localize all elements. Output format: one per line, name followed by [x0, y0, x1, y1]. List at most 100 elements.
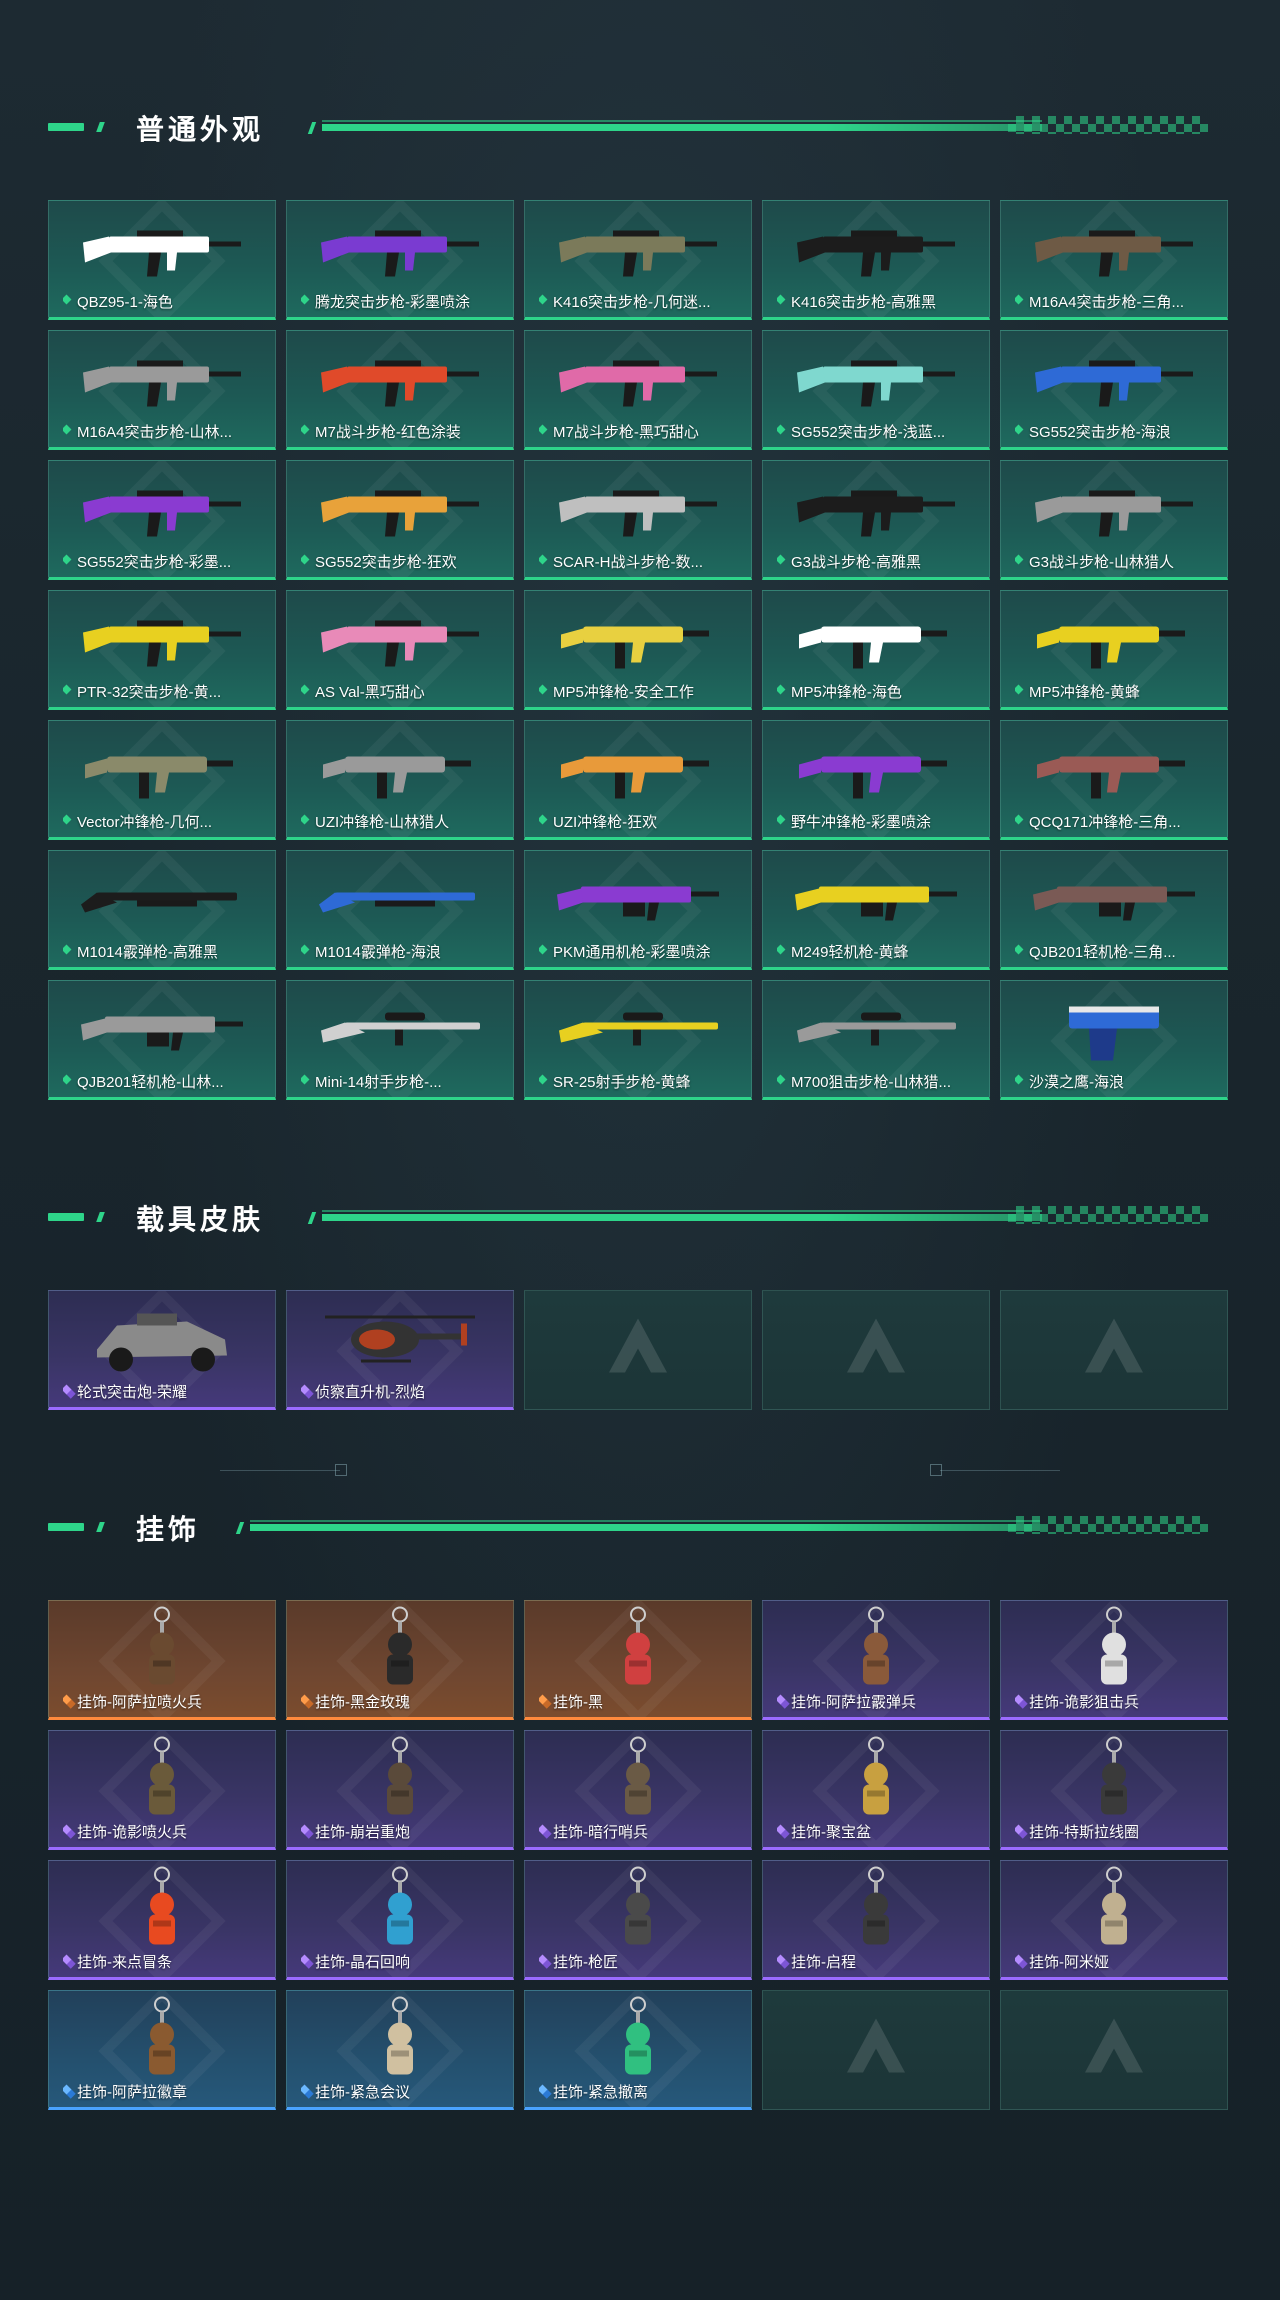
weapon-card[interactable]: M7战斗步枪-黑巧甜心	[524, 330, 752, 450]
charm-card[interactable]: 挂饰-特斯拉线圈	[1000, 1730, 1228, 1850]
weapon-card[interactable]: M1014霰弹枪-海浪	[286, 850, 514, 970]
weapon-card[interactable]: MP5冲锋枪-海色	[762, 590, 990, 710]
item-name: 挂饰-诡影喷火兵	[63, 1821, 267, 1842]
vehicle-card[interactable]: 轮式突击炮-荣耀	[48, 1290, 276, 1410]
charm-icon	[603, 1995, 673, 2090]
charm-card[interactable]: 挂饰-枪匠	[524, 1860, 752, 1980]
weapon-card[interactable]: G3战斗步枪-高雅黑	[762, 460, 990, 580]
charm-card[interactable]: 挂饰-诡影狙击兵	[1000, 1600, 1228, 1720]
weapon-card[interactable]: K416突击步枪-几何迷...	[524, 200, 752, 320]
mg-icon	[1029, 865, 1199, 940]
vehicle-card[interactable]: 侦察直升机-烈焰	[286, 1290, 514, 1410]
charm-card[interactable]: 挂饰-黑	[524, 1600, 752, 1720]
section-header: 挂饰	[48, 1512, 1208, 1545]
charm-icon	[365, 1605, 435, 1700]
weapon-card[interactable]: M1014霰弹枪-高雅黑	[48, 850, 276, 970]
item-name: G3战斗步枪-高雅黑	[777, 551, 981, 572]
weapon-card[interactable]: 野牛冲锋枪-彩墨喷涂	[762, 720, 990, 840]
weapon-card[interactable]: SCAR-H战斗步枪-数...	[524, 460, 752, 580]
weapon-card[interactable]: M16A4突击步枪-三角...	[1000, 200, 1228, 320]
weapon-card[interactable]: SG552突击步枪-浅蓝...	[762, 330, 990, 450]
weapon-card[interactable]: Mini-14射手步枪-...	[286, 980, 514, 1100]
empty-slot	[524, 1290, 752, 1410]
rifle-icon	[553, 475, 723, 550]
charm-card[interactable]: 挂饰-紧急会议	[286, 1990, 514, 2110]
item-name: QBZ95-1-海色	[63, 291, 267, 312]
weapon-card[interactable]: QCQ171冲锋枪-三角...	[1000, 720, 1228, 840]
weapon-card[interactable]: UZI冲锋枪-狂欢	[524, 720, 752, 840]
charm-card[interactable]: 挂饰-阿萨拉喷火兵	[48, 1600, 276, 1720]
item-name: 沙漠之鹰-海浪	[1015, 1071, 1219, 1092]
weapon-card[interactable]: G3战斗步枪-山林猎人	[1000, 460, 1228, 580]
pistol-icon	[1029, 995, 1199, 1070]
item-name: SG552突击步枪-浅蓝...	[777, 421, 981, 442]
decor-square	[335, 1464, 347, 1476]
item-name: K416突击步枪-高雅黑	[777, 291, 981, 312]
weapon-card[interactable]: K416突击步枪-高雅黑	[762, 200, 990, 320]
weapon-card[interactable]: M7战斗步枪-红色涂装	[286, 330, 514, 450]
rifle-icon	[1029, 345, 1199, 420]
item-name: M1014霰弹枪-海浪	[301, 941, 505, 962]
item-name: M16A4突击步枪-三角...	[1015, 291, 1219, 312]
rifle-icon	[791, 475, 961, 550]
header-bar	[322, 1214, 1042, 1221]
header-bar	[322, 124, 1042, 131]
charm-card[interactable]: 挂饰-暗行哨兵	[524, 1730, 752, 1850]
charm-card[interactable]: 挂饰-黑金玫瑰	[286, 1600, 514, 1720]
item-name: UZI冲锋枪-狂欢	[539, 811, 743, 832]
smg-icon	[1029, 605, 1199, 680]
item-name: 挂饰-来点冒条	[63, 1951, 267, 1972]
weapon-card[interactable]: SG552突击步枪-海浪	[1000, 330, 1228, 450]
rifle-icon	[315, 345, 485, 420]
item-name: Mini-14射手步枪-...	[301, 1071, 505, 1092]
weapon-card[interactable]: QJB201轻机枪-山林...	[48, 980, 276, 1100]
item-name: 挂饰-聚宝盆	[777, 1821, 981, 1842]
weapon-card[interactable]: M700狙击步枪-山林猎...	[762, 980, 990, 1100]
smg-icon	[1029, 735, 1199, 810]
weapon-card[interactable]: AS Val-黑巧甜心	[286, 590, 514, 710]
item-name: PKM通用机枪-彩墨喷涂	[539, 941, 743, 962]
weapon-card[interactable]: UZI冲锋枪-山林猎人	[286, 720, 514, 840]
weapon-card[interactable]: Vector冲锋枪-几何...	[48, 720, 276, 840]
weapon-card[interactable]: MP5冲锋枪-安全工作	[524, 590, 752, 710]
charm-icon	[1079, 1865, 1149, 1960]
weapon-card[interactable]: 腾龙突击步枪-彩墨喷涂	[286, 200, 514, 320]
item-name: QJB201轻机枪-山林...	[63, 1071, 267, 1092]
charm-card[interactable]: 挂饰-紧急撤离	[524, 1990, 752, 2110]
game-logo-icon	[841, 1313, 911, 1388]
smg-icon	[77, 735, 247, 810]
item-name: M249轻机枪-黄蜂	[777, 941, 981, 962]
weapon-card[interactable]: QBZ95-1-海色	[48, 200, 276, 320]
rifle-icon	[77, 345, 247, 420]
weapon-card[interactable]: PTR-32突击步枪-黄...	[48, 590, 276, 710]
weapon-card[interactable]: M249轻机枪-黄蜂	[762, 850, 990, 970]
charm-card[interactable]: 挂饰-阿米娅	[1000, 1860, 1228, 1980]
header-slash	[307, 122, 317, 134]
charm-card[interactable]: 挂饰-阿萨拉徽章	[48, 1990, 276, 2110]
weapon-card[interactable]: MP5冲锋枪-黄蜂	[1000, 590, 1228, 710]
charm-card[interactable]: 挂饰-诡影喷火兵	[48, 1730, 276, 1850]
charm-card[interactable]: 挂饰-来点冒条	[48, 1860, 276, 1980]
charm-card[interactable]: 挂饰-阿萨拉霰弹兵	[762, 1600, 990, 1720]
header-checker	[1008, 1206, 1208, 1224]
item-name: 挂饰-黑	[539, 1691, 743, 1712]
item-name: 轮式突击炮-荣耀	[63, 1381, 267, 1402]
weapon-card[interactable]: SG552突击步枪-彩墨...	[48, 460, 276, 580]
section-title: 普通外观	[136, 114, 265, 145]
empty-slot	[1000, 1290, 1228, 1410]
charm-card[interactable]: 挂饰-聚宝盆	[762, 1730, 990, 1850]
rifle-icon	[1029, 215, 1199, 290]
charm-card[interactable]: 挂饰-晶石回响	[286, 1860, 514, 1980]
weapon-card[interactable]: 沙漠之鹰-海浪	[1000, 980, 1228, 1100]
weapon-card[interactable]: SG552突击步枪-狂欢	[286, 460, 514, 580]
weapon-card[interactable]: PKM通用机枪-彩墨喷涂	[524, 850, 752, 970]
weapon-card[interactable]: SR-25射手步枪-黄蜂	[524, 980, 752, 1100]
charm-card[interactable]: 挂饰-启程	[762, 1860, 990, 1980]
item-name: M16A4突击步枪-山林...	[63, 421, 267, 442]
item-name: 腾龙突击步枪-彩墨喷涂	[301, 291, 505, 312]
charm-card[interactable]: 挂饰-崩岩重炮	[286, 1730, 514, 1850]
mg-icon	[77, 995, 247, 1070]
header-dash	[96, 1212, 105, 1222]
weapon-card[interactable]: M16A4突击步枪-山林...	[48, 330, 276, 450]
weapon-card[interactable]: QJB201轻机枪-三角...	[1000, 850, 1228, 970]
